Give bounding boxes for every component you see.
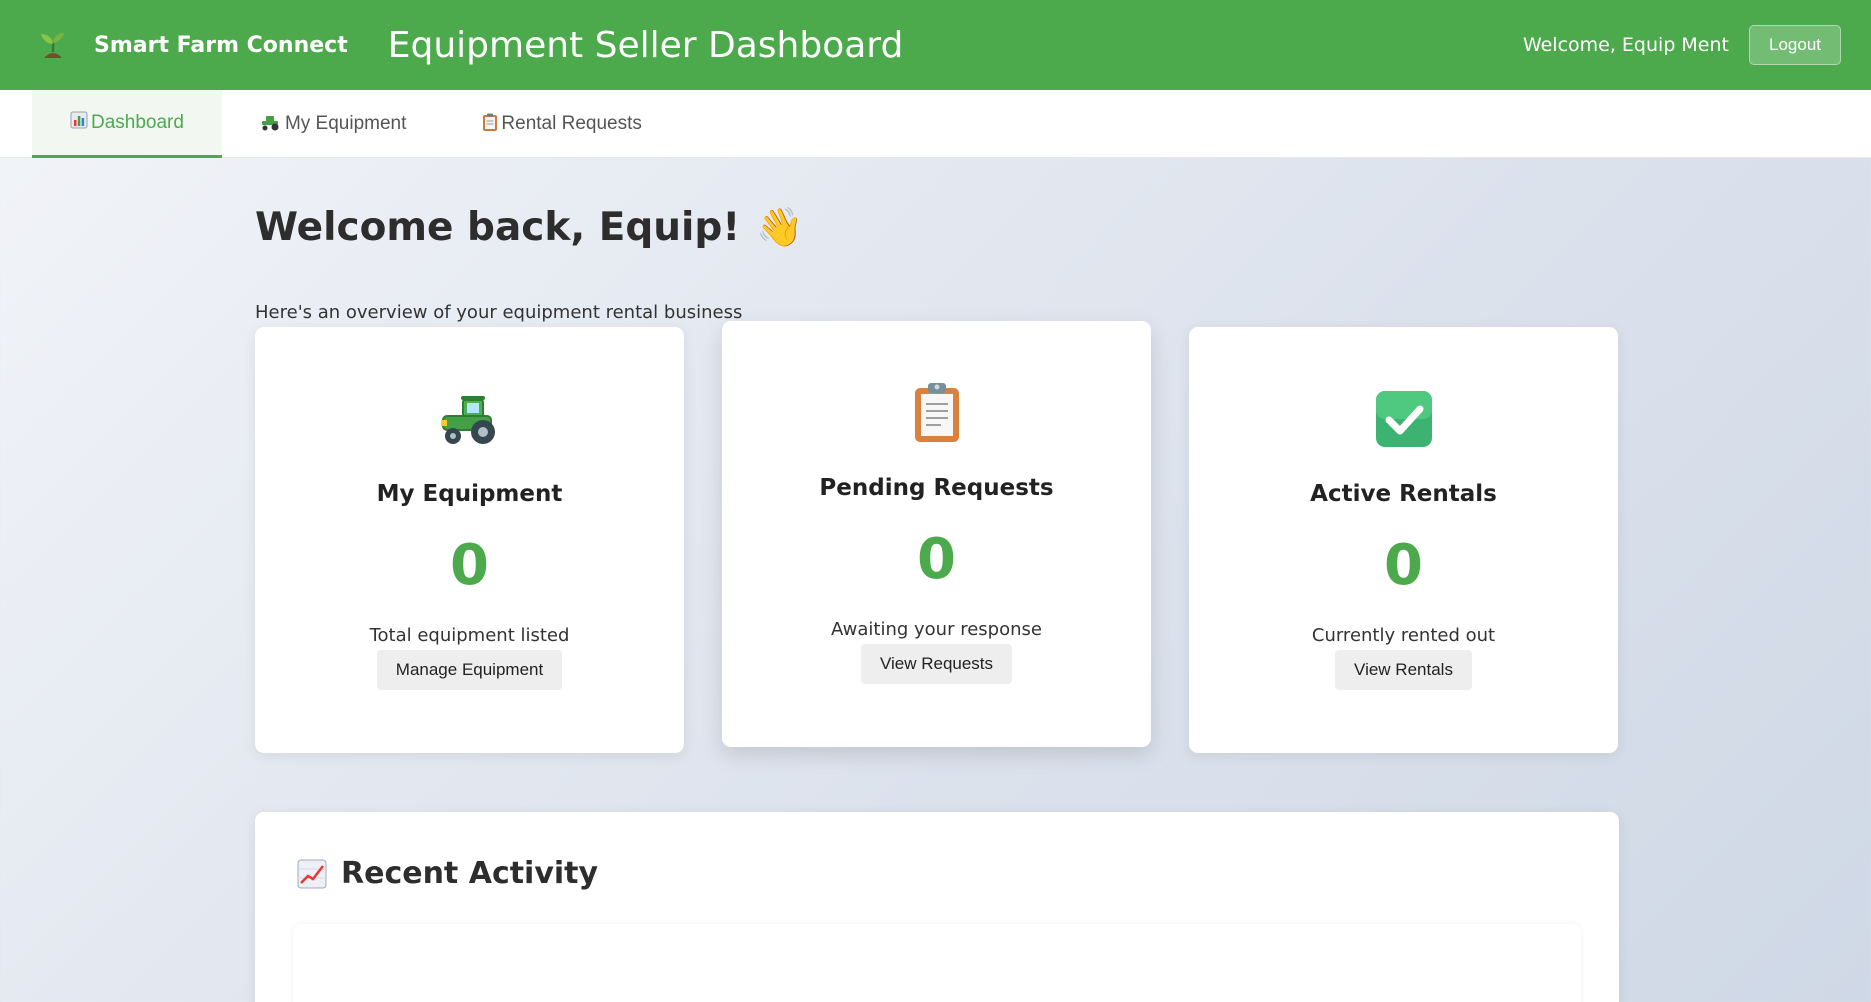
welcome-user-text: Welcome, Equip Ment <box>1522 34 1729 56</box>
recent-activity-list <box>293 924 1581 1002</box>
card-value: 0 <box>450 533 489 598</box>
dashboard-subtitle: Here's an overview of your equipment ren… <box>255 302 743 323</box>
card-value: 0 <box>1384 533 1423 598</box>
card-description: Currently rented out <box>1311 624 1496 646</box>
header-user-area: Welcome, Equip Ment Logout <box>1523 0 1841 90</box>
tab-my-equipment[interactable]: My Equipment <box>222 90 444 158</box>
tab-dashboard[interactable]: Dashboard <box>32 90 222 158</box>
welcome-heading-text: Welcome back, Equip! <box>255 205 741 250</box>
tractor-icon <box>260 113 282 136</box>
welcome-heading: Welcome back, Equip! 👋 <box>255 205 803 250</box>
stat-card-my-equipment: My Equipment 0 Total equipment listed Ma… <box>255 327 684 753</box>
waving-hand-icon: 👋 <box>756 205 804 249</box>
check-mark-icon <box>1374 387 1434 451</box>
trend-chart-icon <box>297 859 327 889</box>
clipboard-icon <box>913 381 961 445</box>
tab-rental-requests[interactable]: Rental Requests <box>444 90 679 158</box>
tab-bar: Dashboard My Equipment Rental Requests <box>0 90 1871 158</box>
tab-label: Rental Requests <box>501 113 642 134</box>
logout-button[interactable]: Logout <box>1749 25 1841 65</box>
tab-label: Dashboard <box>91 111 184 133</box>
recent-activity-panel: Recent Activity <box>255 812 1619 1002</box>
recent-activity-heading: Recent Activity <box>297 856 598 891</box>
brand[interactable]: Smart Farm Connect <box>36 28 348 62</box>
view-rentals-button[interactable]: View Rentals <box>1335 649 1472 690</box>
card-value: 0 <box>917 527 956 592</box>
view-requests-button[interactable]: View Requests <box>860 643 1013 684</box>
card-title: Active Rentals <box>1310 481 1497 507</box>
card-title: My Equipment <box>376 481 563 507</box>
brand-name: Smart Farm Connect <box>94 32 348 58</box>
top-header: Smart Farm Connect Equipment Seller Dash… <box>0 0 1871 90</box>
tractor-icon <box>439 387 501 451</box>
tab-label: My Equipment <box>284 113 407 134</box>
card-title: Pending Requests <box>819 475 1054 501</box>
seedling-icon <box>36 28 70 62</box>
stat-card-active-rentals: Active Rentals 0 Currently rented out Vi… <box>1189 327 1618 753</box>
page-title: Equipment Seller Dashboard <box>387 24 904 66</box>
manage-equipment-button[interactable]: Manage Equipment <box>376 649 563 690</box>
clipboard-icon <box>482 113 498 136</box>
stat-card-pending-requests: Pending Requests 0 Awaiting your respons… <box>722 321 1151 747</box>
bar-chart-icon <box>70 111 88 134</box>
recent-activity-title: Recent Activity <box>341 856 599 891</box>
card-description: Total equipment listed <box>369 624 570 646</box>
card-description: Awaiting your response <box>831 618 1042 640</box>
